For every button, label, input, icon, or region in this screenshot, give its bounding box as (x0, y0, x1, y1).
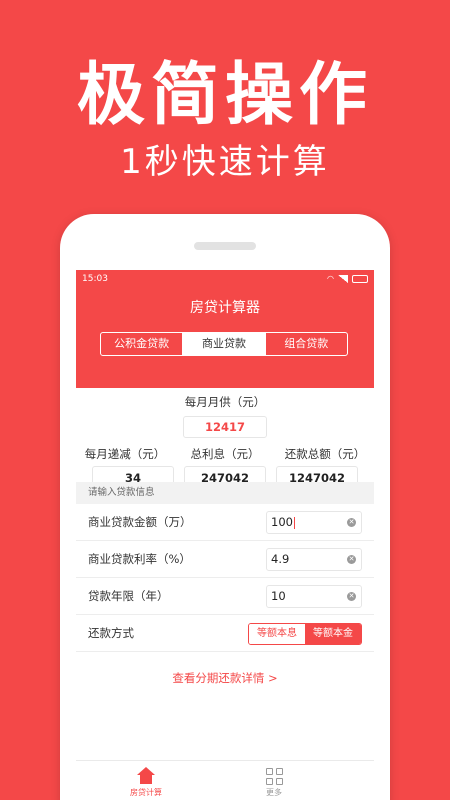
loan-amount-label: 商业贷款金额（万） (88, 515, 192, 529)
text-caret (293, 516, 295, 529)
wifi-icon: ◠ (327, 274, 334, 283)
interest-rate-input[interactable]: 4.9 ✕ (266, 548, 362, 571)
interest-rate-label: 商业贷款利率（%） (88, 552, 191, 566)
monthly-decrease-label: 每月递减（元） (84, 447, 166, 461)
nav-item-mortgage-calc[interactable]: 房贷计算 (116, 767, 176, 798)
repayment-method-row: 还款方式 等额本息 等额本金 (76, 615, 374, 652)
nav-label: 房贷计算 (130, 788, 162, 797)
total-repayment-label: 还款总额（元） (284, 447, 366, 461)
repayment-method-toggle: 等额本息 等额本金 (248, 623, 362, 645)
loan-amount-value: 100 (271, 515, 293, 529)
clear-icon[interactable]: ✕ (347, 592, 356, 601)
monthly-payment-label: 每月月供（元） (184, 395, 266, 409)
loan-term-input[interactable]: 10 ✕ (266, 585, 362, 608)
signal-icon (338, 275, 348, 283)
repayment-details-link[interactable]: 查看分期还款详情 > (76, 670, 374, 686)
phone-frame: 15:03 ◠ 房贷计算器 公积金贷款 商业贷款 组合贷款 每月月供（元） 12… (60, 214, 390, 800)
section-header: 请输入贷款信息 (76, 482, 374, 504)
app-screen: 15:03 ◠ 房贷计算器 公积金贷款 商业贷款 组合贷款 每月月供（元） 12… (76, 270, 374, 800)
loan-term-row: 贷款年限（年） 10 ✕ (76, 578, 374, 615)
monthly-payment-value: 12417 (183, 416, 267, 438)
equal-installment-option[interactable]: 等额本息 (249, 624, 305, 644)
repayment-method-label: 还款方式 (88, 626, 134, 640)
total-interest-label: 总利息（元） (190, 447, 260, 461)
equal-principal-option[interactable]: 等额本金 (305, 624, 361, 644)
interest-rate-value: 4.9 (271, 552, 290, 566)
nav-item-more[interactable]: 更多 (244, 767, 304, 798)
tab-provident-fund-loan[interactable]: 公积金贷款 (101, 333, 182, 355)
loan-term-label: 贷款年限（年） (88, 589, 169, 603)
status-time: 15:03 (82, 274, 108, 284)
phone-speaker (194, 242, 256, 250)
app-header: 15:03 ◠ 房贷计算器 公积金贷款 商业贷款 组合贷款 (76, 270, 374, 388)
nav-label: 更多 (266, 788, 282, 797)
battery-icon (352, 275, 368, 283)
tab-commercial-loan[interactable]: 商业贷款 (182, 333, 265, 355)
status-icons: ◠ (327, 270, 368, 288)
loan-amount-row: 商业贷款金额（万） 100 ✕ (76, 504, 374, 541)
promo-subtitle: 1秒快速计算 (120, 142, 330, 182)
grid-icon (265, 767, 283, 785)
interest-rate-row: 商业贷款利率（%） 4.9 ✕ (76, 541, 374, 578)
loan-term-value: 10 (271, 589, 286, 603)
loan-amount-input[interactable]: 100 ✕ (266, 511, 362, 534)
home-icon (137, 767, 155, 785)
clear-icon[interactable]: ✕ (347, 518, 356, 527)
promo-title: 极简操作 (76, 56, 373, 135)
loan-type-tabs: 公积金贷款 商业贷款 组合贷款 (100, 332, 348, 356)
status-bar: 15:03 ◠ (76, 270, 374, 288)
clear-icon[interactable]: ✕ (347, 555, 356, 564)
app-title: 房贷计算器 (190, 300, 260, 316)
tab-combined-loan[interactable]: 组合贷款 (264, 333, 347, 355)
bottom-nav: 房贷计算 更多 (76, 760, 374, 800)
